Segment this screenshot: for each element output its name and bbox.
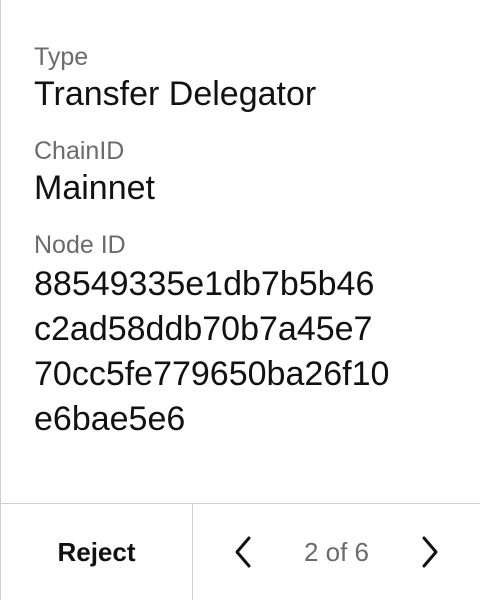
type-value: Transfer Delegator [34,75,317,113]
review-screen: Type Transfer Delegator ChainID Mainnet … [0,0,480,600]
transaction-details: Type Transfer Delegator ChainID Mainnet … [34,40,470,442]
node-id-line: 88549335e1db7b5b46 [34,265,375,303]
next-page-button[interactable] [410,528,450,576]
node-id-line: 70cc5fe779650ba26f10 [34,355,390,393]
node-id-line: e6bae5e6 [34,400,186,438]
page-indicator: 2 of 6 [303,536,370,567]
chevron-left-icon [235,536,251,568]
previous-page-button[interactable] [223,528,263,576]
action-footer: Reject 2 of 6 [1,503,480,600]
node-id-line: c2ad58ddb70b7a45e7 [34,310,373,348]
chain-id-label: ChainID [34,137,125,165]
chain-id-value: Mainnet [34,169,155,207]
reject-button[interactable]: Reject [1,504,193,600]
chevron-right-icon [422,536,438,568]
node-id-value: 88549335e1db7b5b46 c2ad58ddb70b7a45e7 70… [34,262,454,442]
type-label: Type [34,43,89,71]
pager: 2 of 6 [193,504,480,600]
node-id-label: Node ID [34,231,126,259]
